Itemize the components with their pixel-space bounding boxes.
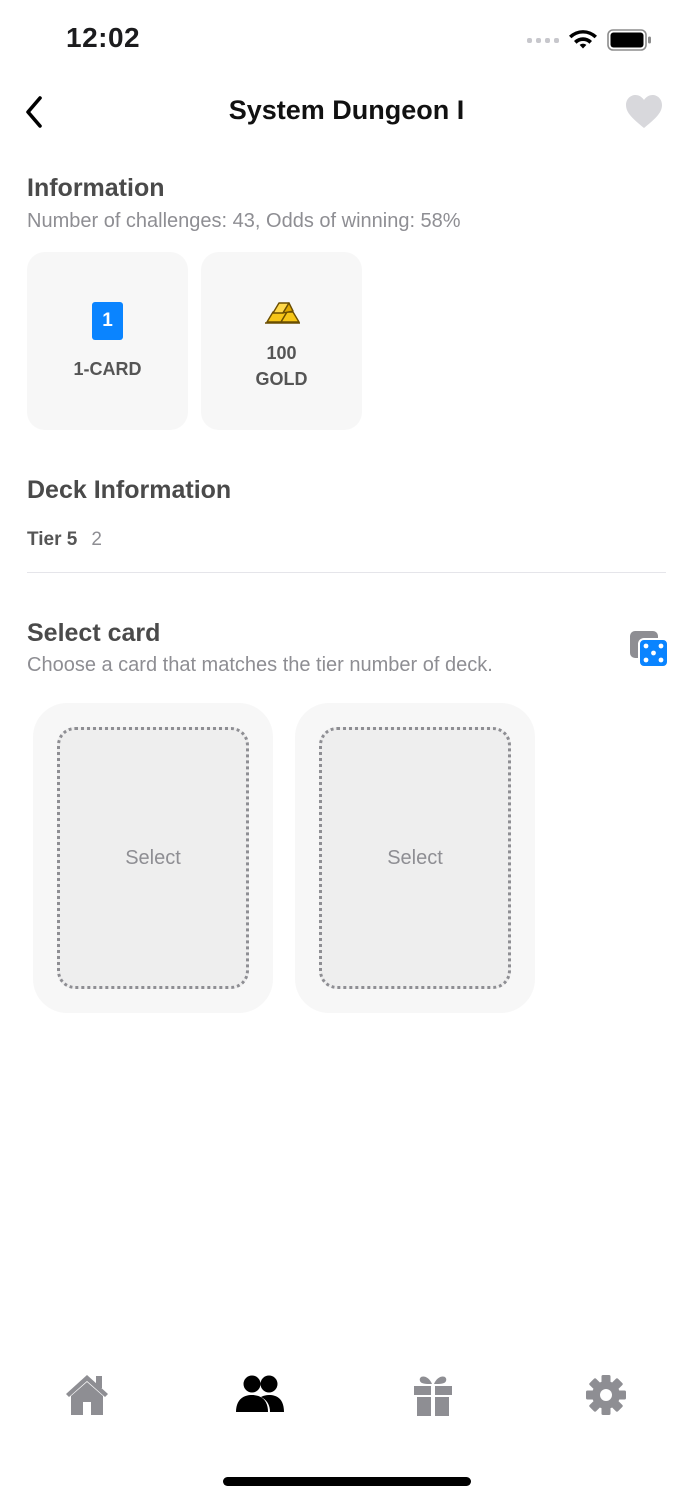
home-icon[interactable]	[62, 1372, 112, 1418]
heart-icon[interactable]	[625, 94, 663, 130]
card-slot-2-dropzone[interactable]: Select	[319, 727, 511, 989]
card-slot-1-dropzone[interactable]: Select	[57, 727, 249, 989]
card-icon: 1	[92, 302, 123, 340]
card-slot-1[interactable]: Select	[33, 703, 273, 1013]
deck-tier-count: 2	[91, 529, 102, 550]
gift-icon[interactable]	[408, 1372, 458, 1418]
reward-card-tile: 1 1-CARD	[27, 252, 188, 430]
battery-icon	[607, 29, 651, 51]
card-slot-2[interactable]: Select	[295, 703, 535, 1013]
select-card-subtitle: Choose a card that matches the tier numb…	[27, 654, 493, 676]
reward-gold-amount: 100	[266, 343, 297, 363]
information-title: Information	[27, 174, 165, 202]
reward-gold-tile: 100 GOLD	[201, 252, 362, 430]
divider	[27, 572, 666, 573]
home-indicator[interactable]	[223, 1477, 471, 1486]
reward-card-label: 1-CARD	[73, 359, 142, 379]
select-card-title: Select card	[27, 619, 161, 647]
gold-bars-icon	[265, 302, 300, 324]
wifi-icon	[569, 30, 597, 49]
card-slot-2-label: Select	[387, 846, 443, 869]
cellular-signal-icon	[527, 37, 559, 43]
information-subtitle: Number of challenges: 43, Odds of winnin…	[27, 210, 461, 232]
gear-icon[interactable]	[581, 1372, 631, 1418]
page-title: System Dungeon I	[228, 95, 465, 125]
people-icon[interactable]	[235, 1372, 285, 1418]
status-time: 12:02	[66, 22, 141, 53]
status-icons	[527, 26, 653, 54]
reward-gold-unit: GOLD	[255, 369, 308, 389]
random-dice-icon[interactable]	[629, 630, 669, 668]
deck-tier-label: Tier 5	[27, 529, 78, 550]
card-slot-1-label: Select	[125, 846, 181, 869]
deck-title: Deck Information	[27, 476, 232, 504]
deck-tier-row: Tier 5 2	[27, 529, 102, 551]
